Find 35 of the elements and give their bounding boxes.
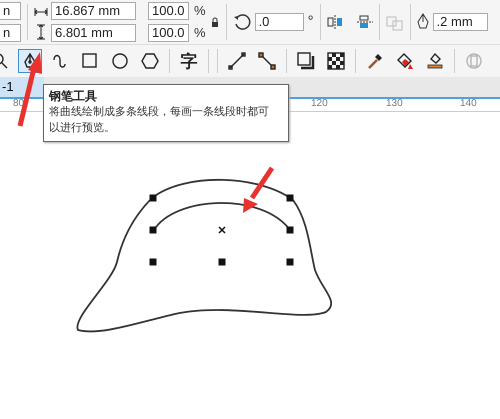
annotation-arrow <box>243 166 274 213</box>
lock-icon[interactable] <box>210 17 220 27</box>
rectangle-icon <box>81 52 99 70</box>
mirror-vertical-icon[interactable] <box>356 15 373 29</box>
position-field[interactable]: n <box>0 2 21 20</box>
transparency-icon <box>327 52 345 70</box>
position-field[interactable]: n <box>0 24 21 42</box>
line-icon <box>228 52 246 70</box>
rotation-field[interactable]: .0 <box>254 13 304 31</box>
smartfill-icon <box>426 52 444 70</box>
size-field[interactable]: 6.801 mm <box>51 24 136 42</box>
outline-width-field[interactable]: .2 mm <box>432 13 488 31</box>
rotate-icon <box>232 13 251 31</box>
eyedropper-icon <box>366 52 384 70</box>
pen-icon <box>416 13 429 31</box>
mirror-horizontal-icon[interactable] <box>326 15 343 29</box>
connector-icon <box>258 52 276 70</box>
fill-icon <box>396 52 414 70</box>
text-tool[interactable]: 字 <box>177 49 201 73</box>
ellipse-icon <box>111 52 129 70</box>
tooltip-text: 将曲线绘制成多条线段，每画一条线段时都可以进行预览。 <box>49 104 270 136</box>
shadow-icon <box>297 52 315 70</box>
degree-unit: ° <box>308 14 314 30</box>
scale-field[interactable]: 100.0 <box>148 2 189 20</box>
ruler-label: 130 <box>386 98 403 109</box>
frame-icon <box>465 52 483 70</box>
scale-field[interactable]: 100.0 <box>148 24 189 42</box>
tooltip-title: 钢笔工具 <box>49 88 98 104</box>
percent-unit: % <box>194 3 206 19</box>
polygon-icon <box>141 52 159 70</box>
percent-unit: % <box>194 25 206 41</box>
height-icon <box>34 24 48 40</box>
size-field[interactable]: 16.867 mm <box>51 2 136 20</box>
ruler-label: 120 <box>311 98 328 109</box>
ruler-label: 140 <box>460 98 477 109</box>
